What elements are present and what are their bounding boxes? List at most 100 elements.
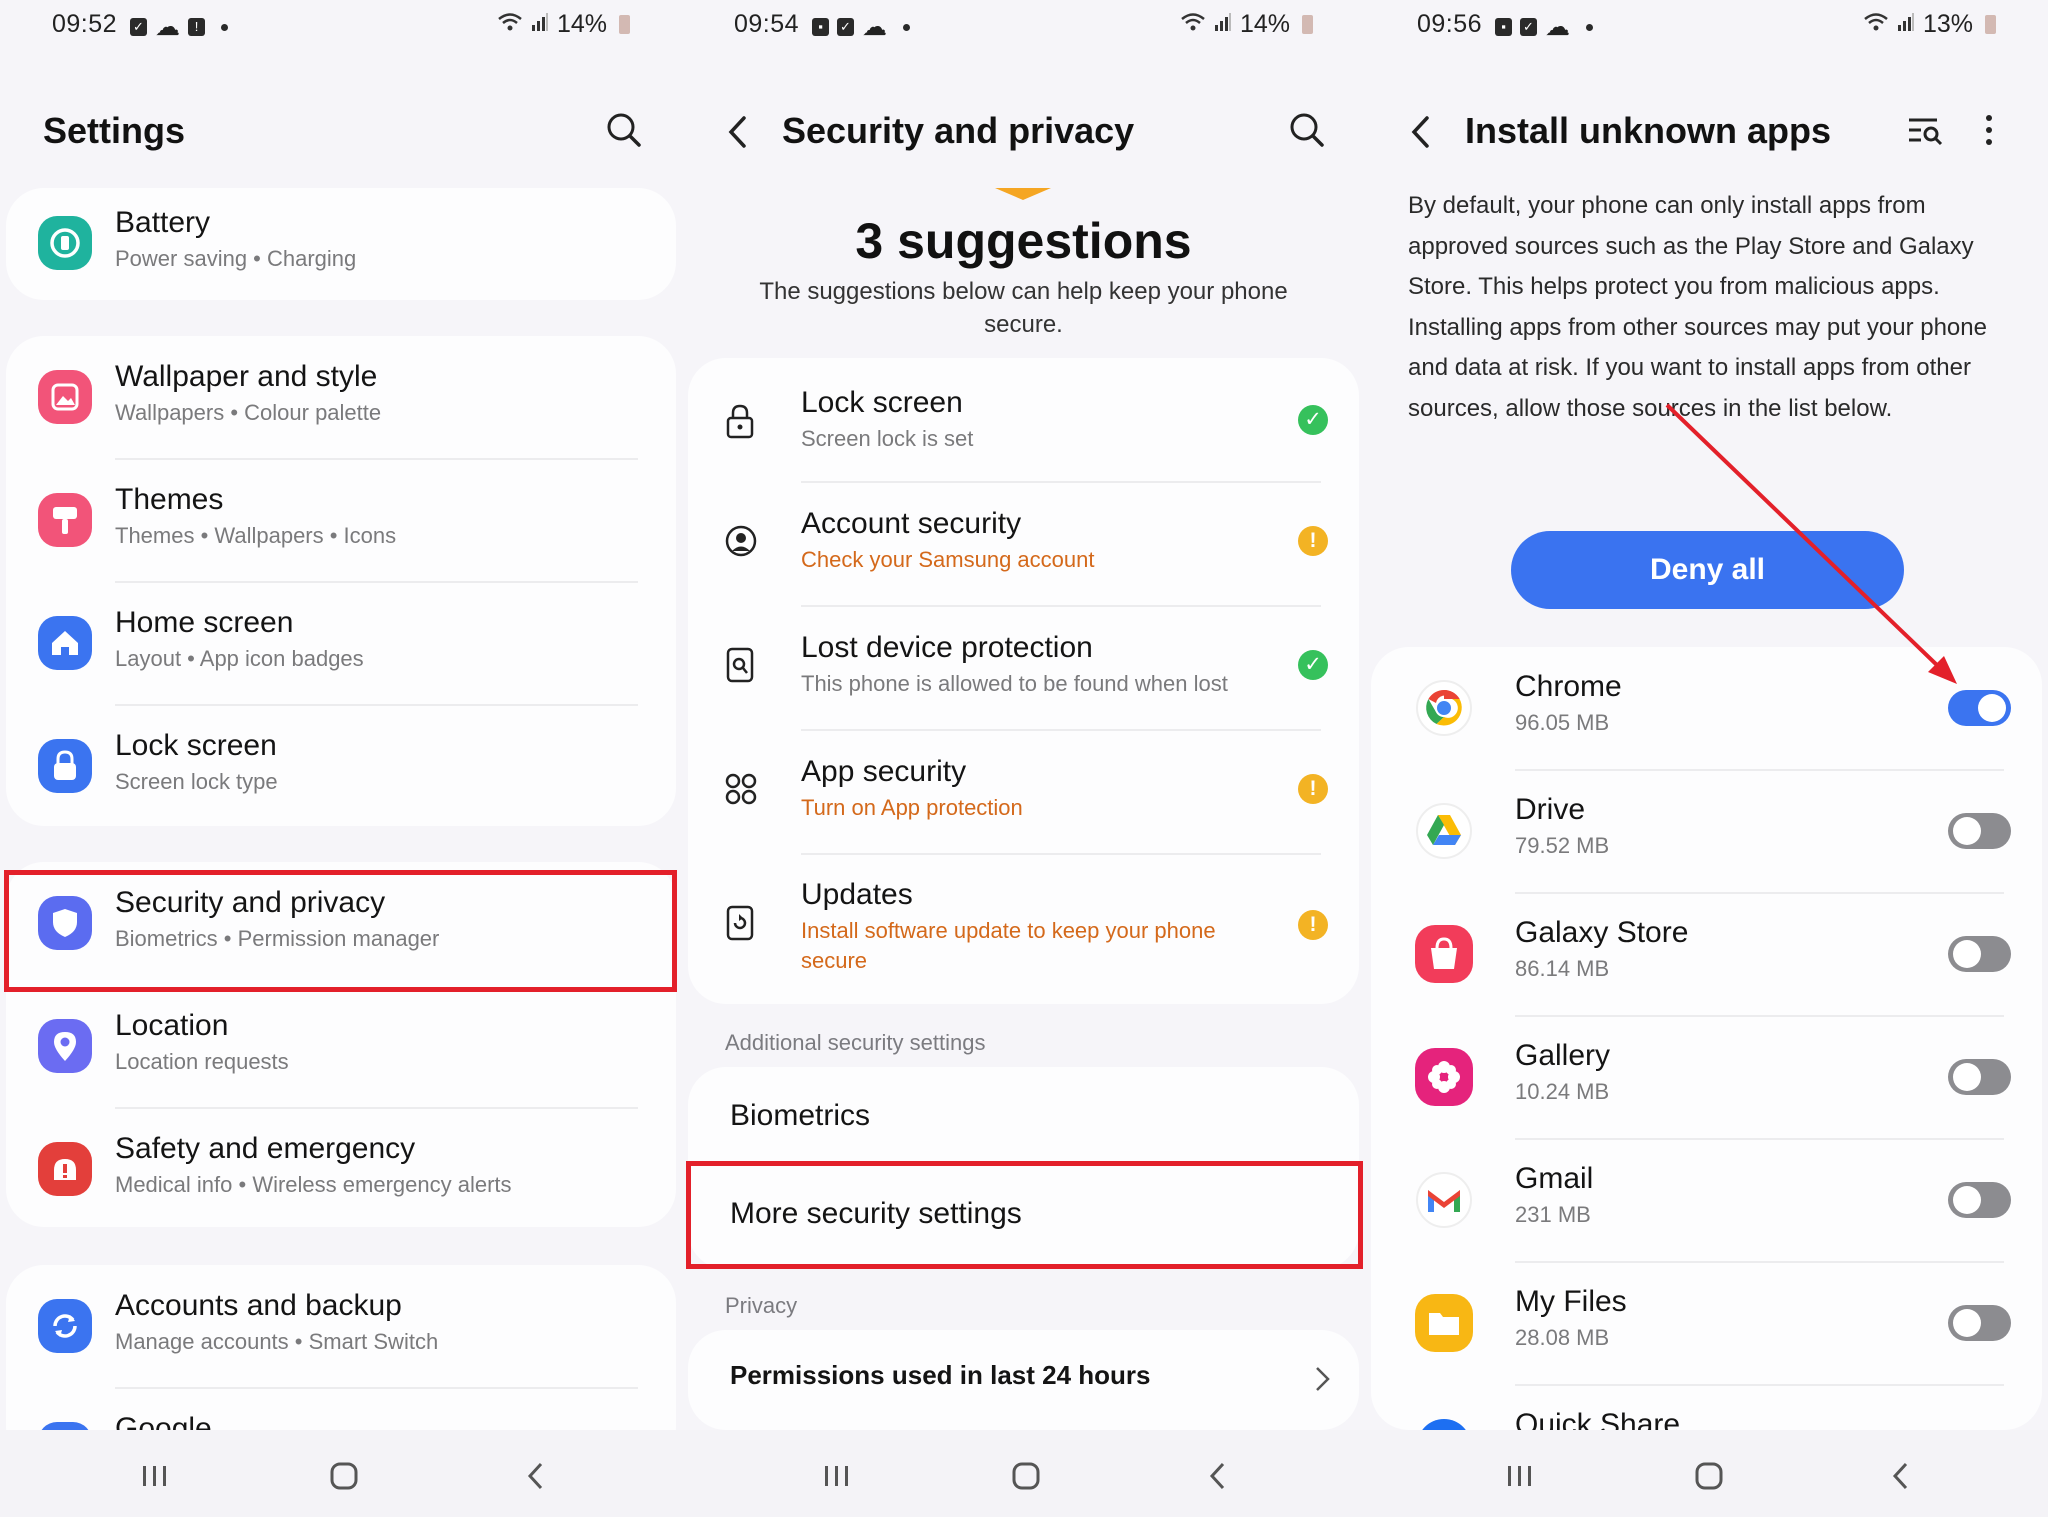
toggle-knob (1953, 1186, 1981, 1214)
back-icon[interactable] (1198, 1458, 1238, 1494)
app-row[interactable]: Gmail 231 MB (1371, 1139, 2042, 1262)
suggestion-lost-device[interactable]: Lost device protection This phone is all… (688, 606, 1359, 729)
check-status-icon: ✓ (1298, 405, 1328, 435)
allow-toggle[interactable] (1948, 1059, 2011, 1095)
app-row[interactable]: Drive 79.52 MB (1371, 770, 2042, 893)
app-size: 10.24 MB (1515, 1079, 1610, 1104)
warning-status-icon: ! (1298, 526, 1328, 556)
settings-item-location[interactable]: Location Location requests (6, 985, 676, 1108)
wallpaper-icon (38, 370, 92, 424)
app-name: Gallery (1515, 1039, 1611, 1072)
suggestion-app-security[interactable]: App security Turn on App protection ! (688, 730, 1359, 853)
status-bar: 09:54 ▪ ✓ ☁ 14% (682, 0, 1365, 48)
app-size: 231 MB (1515, 1202, 1591, 1227)
item-label: Home screen (115, 606, 294, 639)
update-icon (724, 904, 756, 947)
battery-status-icon (1302, 15, 1313, 34)
status-right: 14% (1180, 10, 1313, 39)
home-button-icon[interactable] (1689, 1458, 1729, 1494)
app-row[interactable]: Gallery 10.24 MB (1371, 1016, 2042, 1139)
app-row[interactable]: My Files 28.08 MB (1371, 1262, 2042, 1385)
more-notifications-dot (903, 23, 910, 31)
back-icon[interactable] (1881, 1458, 1921, 1494)
lock-icon (724, 402, 756, 445)
search-icon[interactable] (604, 110, 644, 155)
app-bar: Settings (0, 96, 682, 166)
notification-icons: ✓ ☁ ! (130, 12, 228, 42)
settings-item-wallpaper[interactable]: Wallpaper and style Wallpapers • Colour … (6, 336, 676, 459)
suggestions-subtitle: The suggestions below can help keep your… (759, 278, 1288, 338)
home-button-icon[interactable] (324, 1458, 364, 1494)
item-subtitle: Wallpapers • Colour palette (115, 400, 382, 425)
cloud-icon: ☁ (155, 13, 180, 41)
alert-notification-icon: ! (188, 18, 205, 36)
warning-status-icon: ! (1298, 910, 1328, 940)
item-label: Lock screen (801, 386, 963, 419)
gallery-icon (1414, 1047, 1474, 1107)
page-title: Security and privacy (782, 110, 1135, 151)
install-unknown-apps-screen: 09:56 ▪ ✓ ☁ 13% Install unknown apps By … (1365, 0, 2048, 1517)
settings-item-themes[interactable]: Themes Themes • Wallpapers • Icons (6, 459, 676, 582)
settings-item-battery[interactable]: Battery Power saving • Charging (6, 182, 676, 305)
gmail-icon (1414, 1170, 1474, 1230)
home-button-icon[interactable] (1006, 1458, 1046, 1494)
privacy-header: Privacy (725, 1293, 798, 1318)
settings-item-accounts[interactable]: Accounts and backup Manage accounts • Sm… (6, 1265, 676, 1388)
home-icon (38, 616, 92, 670)
chevron-right-icon (1312, 1364, 1332, 1399)
suggestion-updates[interactable]: Updates Install software update to keep … (688, 854, 1359, 1004)
suggestion-lock-screen[interactable]: Lock screen Screen lock is set ✓ (688, 358, 1359, 481)
biometrics-item[interactable]: Biometrics (730, 1099, 870, 1133)
app-row[interactable]: Galaxy Store 86.14 MB (1371, 893, 2042, 1016)
status-time: 09:54 (734, 10, 800, 38)
allow-toggle[interactable] (1948, 1182, 2011, 1218)
item-label: Wallpaper and style (115, 360, 378, 393)
back-arrow-icon[interactable] (722, 112, 752, 157)
item-label: Accounts and backup (115, 1289, 402, 1322)
permissions-last-24h-item[interactable]: Permissions used in last 24 hours (730, 1360, 1150, 1391)
check-notification-icon: ✓ (837, 18, 854, 36)
suggestion-account-security[interactable]: Account security Check your Samsung acco… (688, 482, 1359, 605)
item-subtitle: Medical info • Wireless emergency alerts (115, 1172, 512, 1197)
navigation-bar (1365, 1430, 2048, 1517)
more-notifications-dot (221, 23, 228, 31)
suggestions-title: 3 suggestions (855, 213, 1192, 269)
settings-screen: 09:52 ✓ ☁ ! 14% Settings Battery Power s… (0, 0, 682, 1517)
cloud-icon: ☁ (862, 13, 887, 41)
settings-item-safety[interactable]: Safety and emergency Medical info • Wire… (6, 1108, 676, 1231)
settings-item-lock-screen[interactable]: Lock screen Screen lock type (6, 705, 676, 828)
back-icon[interactable] (516, 1458, 556, 1494)
additional-settings-header: Additional security settings (725, 1030, 986, 1055)
battery-icon (38, 216, 92, 270)
allow-toggle[interactable] (1948, 1305, 2011, 1341)
suggestions-card: Lock screen Screen lock is set ✓ Account… (688, 358, 1359, 1004)
item-subtitle: Turn on App protection (801, 795, 1023, 820)
item-subtitle: Install software update to keep your pho… (801, 918, 1216, 973)
notification-icons: ▪ ✓ ☁ (812, 12, 910, 42)
battery-percent: 14% (556, 10, 607, 38)
signal-icon (531, 10, 549, 39)
allow-toggle[interactable] (1948, 936, 2011, 972)
lock-icon (38, 739, 92, 793)
allow-toggle[interactable] (1948, 813, 2011, 849)
toggle-knob (1953, 1309, 1981, 1337)
item-subtitle: Check your Samsung account (801, 547, 1095, 572)
recents-icon[interactable] (1499, 1458, 1539, 1494)
settings-card: Wallpaper and style Wallpapers • Colour … (6, 336, 676, 826)
galaxy-store-icon (1414, 924, 1474, 984)
search-icon[interactable] (1287, 110, 1327, 155)
item-subtitle: This phone is allowed to be found when l… (801, 671, 1228, 696)
settings-item-home-screen[interactable]: Home screen Layout • App icon badges (6, 582, 676, 705)
image-notification-icon: ▪ (812, 18, 829, 36)
recents-icon[interactable] (816, 1458, 856, 1494)
suggestions-chevron-icon (993, 186, 1053, 209)
item-label: Location (115, 1009, 229, 1042)
battery-percent: 14% (1239, 10, 1290, 38)
app-size: 86.14 MB (1515, 956, 1610, 981)
status-bar: 09:52 ✓ ☁ ! 14% (0, 0, 682, 48)
signal-icon (1214, 10, 1232, 39)
item-label: Lost device protection (801, 631, 1093, 664)
recents-icon[interactable] (134, 1458, 174, 1494)
apps-grid-icon (724, 772, 758, 811)
security-privacy-screen: 09:54 ▪ ✓ ☁ 14% Security and privacy 3 s… (682, 0, 1365, 1517)
